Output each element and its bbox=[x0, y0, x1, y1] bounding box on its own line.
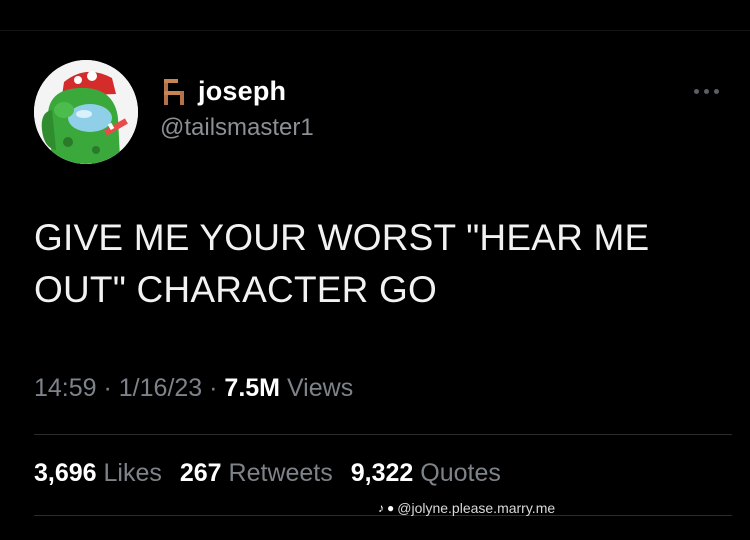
more-options-icon[interactable] bbox=[694, 84, 730, 98]
tweet-text: GIVE ME YOUR WORST "HEAR ME OUT" CHARACT… bbox=[34, 212, 724, 316]
quotes-label: Quotes bbox=[413, 459, 501, 487]
author-handle[interactable]: @tailsmaster1 bbox=[160, 114, 314, 142]
views-count: 7.5M bbox=[224, 374, 281, 402]
author-name-row[interactable]: joseph bbox=[160, 76, 286, 107]
tweet-time[interactable]: 14:59 bbox=[34, 374, 97, 402]
among-us-avatar-icon bbox=[34, 60, 138, 164]
chair-icon bbox=[164, 78, 184, 105]
retweets-label: Retweets bbox=[221, 459, 333, 487]
author-display-name[interactable]: joseph bbox=[198, 76, 286, 107]
user-icon: ● bbox=[387, 501, 395, 515]
quotes-count: 9,322 bbox=[350, 459, 414, 487]
tiktok-watermark: ♪ ● @jolyne.please.marry.me bbox=[378, 500, 555, 516]
likes-count: 3,696 bbox=[34, 459, 97, 487]
likes-label: Likes bbox=[96, 459, 162, 487]
tweet-meta: 14:59 · 1/16/23 · 7.5M Views bbox=[34, 374, 353, 403]
meta-separator: · bbox=[202, 374, 225, 402]
retweets-count: 267 bbox=[179, 459, 222, 487]
stats-divider-top bbox=[34, 434, 732, 435]
top-divider bbox=[0, 30, 750, 31]
tiktok-logo-icon: ♪ bbox=[378, 501, 384, 515]
tweet-text-line-2: OUT" CHARACTER GO bbox=[34, 269, 437, 310]
avatar[interactable] bbox=[34, 60, 138, 164]
quotes-stat[interactable]: 9,322 Quotes bbox=[351, 459, 501, 487]
tweet-text-line-1: GIVE ME YOUR WORST "HEAR ME bbox=[34, 217, 650, 258]
views-label: Views bbox=[280, 374, 354, 402]
meta-separator: · bbox=[96, 374, 119, 402]
watermark-text: @jolyne.please.marry.me bbox=[397, 500, 556, 516]
likes-stat[interactable]: 3,696 Likes bbox=[34, 459, 162, 487]
retweets-stat[interactable]: 267 Retweets bbox=[180, 459, 333, 487]
tweet-stats: 3,696 Likes 267 Retweets 9,322 Quotes bbox=[34, 459, 519, 488]
tweet-date[interactable]: 1/16/23 bbox=[119, 374, 202, 402]
